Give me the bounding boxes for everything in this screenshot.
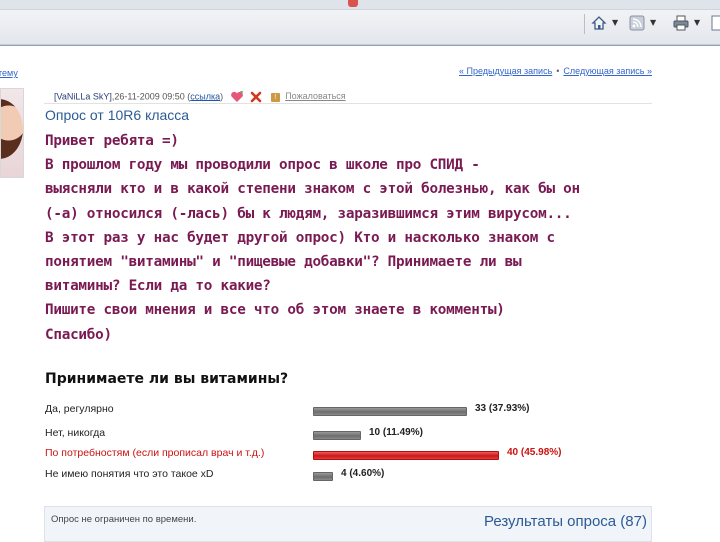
tab-close-marker [348,0,358,7]
poll-option: Не имею понятия что это такое xD 4 (4.60… [45,468,685,484]
poll-option-count: 10 (11.49%) [369,427,423,438]
nav-separator: • [556,66,560,76]
poll-option-bar [313,407,467,416]
poll-option-label: Нет, никогда [45,427,106,439]
post-line: (-а) относился (-лась) бы к людям, зараз… [45,205,572,222]
poll-time-note: Опрос не ограничен по времени. [51,514,197,525]
print-dropdown-icon[interactable]: ▼ [694,18,700,27]
home-icon[interactable] [590,14,608,32]
previous-post-link[interactable]: « Предыдущая запись [459,66,552,76]
rss-icon[interactable] [628,14,646,32]
poll-footer: Опрос не ограничен по времени. Результат… [44,506,652,542]
post-line: витамины? Если да то какие? [45,278,271,295]
meta-divider [44,103,652,104]
toolbar-separator [584,14,585,34]
post-author[interactable]: [VaNiLLa SkY] [54,91,112,101]
post-line: выясняли кто и в какой степени знаком с … [45,181,580,198]
browser-toolbar: ▼ ▼ ▼ [0,0,720,45]
post-line: Привет ребята =) [45,133,179,149]
warning-icon: ! [270,92,280,102]
post-date: ,26-11-2009 09:50 [111,91,185,102]
poll-option-count: 4 (4.60%) [341,468,385,479]
poll-option: Нет, никогда 10 (11.49%) [45,427,685,443]
back-to-topic-link[interactable]: тему [0,68,18,78]
rss-dropdown-icon[interactable]: ▼ [650,18,656,27]
heart-icon[interactable] [230,90,244,103]
post-navigation: « Предыдущая запись • Следующая запись » [459,66,652,76]
post-body: Привет ребята =) В прошлом году мы прово… [45,129,705,347]
poll-results-link[interactable]: Результаты опроса (87) [484,513,647,530]
poll-option-bar [313,472,333,481]
post-meta: [VaNiLLa SkY],26-11-2009 09:50 (ссылка) … [54,90,346,103]
poll-option: Да, регулярно 33 (37.93%) [45,403,685,419]
poll-option-label: Не имею понятия что это такое xD [45,468,214,480]
permalink[interactable]: ссылка [190,91,220,101]
post-line: понятием "витамины" и "пищевые добавки"?… [45,254,522,271]
poll-option-bar [313,451,499,460]
post-title[interactable]: Опрос от 10R6 класса [45,107,189,123]
avatar[interactable] [0,88,24,178]
poll-question: Принимаете ли вы витамины? [45,371,289,387]
poll-option: По потребностям (если прописал врач и т.… [45,447,685,463]
delete-icon[interactable] [250,91,262,103]
poll-option-count: 33 (37.93%) [475,403,530,414]
poll-option-bar [313,431,361,440]
post-line: Спасибо) [45,326,112,343]
poll-option-label: Да, регулярно [45,403,114,415]
post-line: В этот раз у нас будет другой опрос) Кто… [45,229,555,246]
complain-link[interactable]: Пожаловаться [285,91,345,101]
post-line: Пишите свои мнения и все что об этом зна… [45,302,505,319]
toolbar-top-strip [0,0,720,10]
home-dropdown-icon[interactable]: ▼ [612,18,618,27]
next-post-link[interactable]: Следующая запись » [563,66,652,76]
post-line: В прошлом году мы проводили опрос в школ… [45,157,480,174]
poll-option-count: 40 (45.98%) [507,447,562,458]
page-icon[interactable] [708,14,720,32]
print-icon[interactable] [672,14,690,32]
poll-option-label: По потребностям (если прописал врач и т.… [45,447,265,459]
toolbar-border [0,45,720,46]
